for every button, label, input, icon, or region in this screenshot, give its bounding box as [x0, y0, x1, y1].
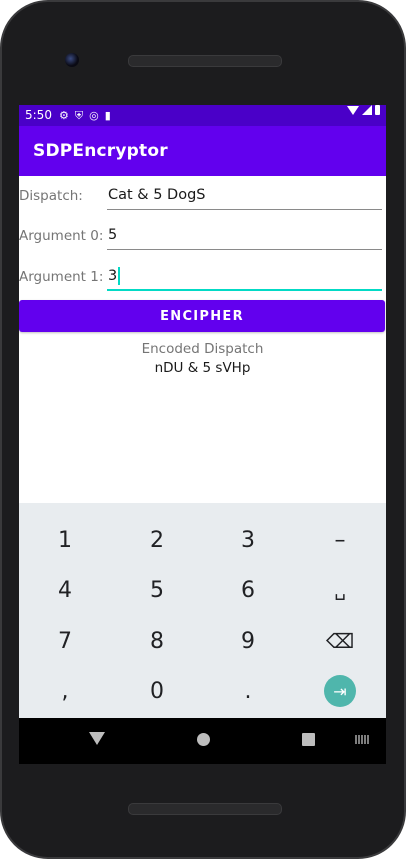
next-field-icon: ⇥	[333, 681, 347, 701]
key-9[interactable]: 9	[202, 616, 294, 666]
recents-icon[interactable]	[302, 733, 315, 746]
device-frame: 5:50 ⚙ ⛨ ◎ ▮ SDPEncryptor Dispatch: Cat …	[0, 0, 406, 859]
key-minus[interactable]: –	[294, 515, 386, 565]
argument1-input-value: 3	[108, 268, 118, 284]
encoded-dispatch-label: Encoded Dispatch	[141, 341, 264, 357]
target-icon: ◎	[89, 109, 99, 122]
dispatch-label: Dispatch:	[19, 188, 83, 204]
key-8[interactable]: 8	[111, 616, 203, 666]
shield-icon: ⛨	[74, 109, 84, 122]
dispatch-input-value: Cat & 5 DogS	[108, 187, 206, 203]
keyboard-switch-icon[interactable]	[355, 735, 370, 744]
back-icon[interactable]	[89, 732, 105, 745]
key-backspace[interactable]: ⌫	[294, 616, 386, 666]
home-icon[interactable]	[197, 733, 210, 746]
navigation-bar	[19, 718, 386, 764]
argument0-input-value: 5	[108, 227, 118, 243]
argument0-label: Argument 0:	[19, 228, 104, 244]
text-cursor	[118, 267, 120, 285]
argument1-row: Argument 1: 3	[19, 257, 386, 297]
backspace-icon: ⌫	[325, 629, 355, 653]
encoded-dispatch-value: nDU & 5 sVHp	[154, 360, 251, 376]
key-7[interactable]: 7	[19, 616, 111, 666]
key-2[interactable]: 2	[111, 515, 203, 565]
key-period[interactable]: .	[202, 666, 294, 716]
gear-icon: ⚙	[59, 109, 69, 122]
dispatch-input[interactable]: Cat & 5 DogS	[107, 180, 382, 210]
bottom-speaker	[128, 803, 282, 815]
top-speaker	[128, 55, 282, 67]
status-system-icons	[347, 105, 380, 115]
screen: 5:50 ⚙ ⛨ ◎ ▮ SDPEncryptor Dispatch: Cat …	[19, 105, 386, 764]
dispatch-row: Dispatch: Cat & 5 DogS	[19, 176, 386, 216]
argument0-row: Argument 0: 5	[19, 216, 386, 256]
key-space[interactable]: ␣	[294, 565, 386, 615]
key-6[interactable]: 6	[202, 565, 294, 615]
encipher-button[interactable]: ENCIPHER	[19, 300, 385, 332]
next-field-button: ⇥	[324, 675, 356, 707]
key-1[interactable]: 1	[19, 515, 111, 565]
key-0[interactable]: 0	[111, 666, 203, 716]
signal-icon	[362, 105, 372, 115]
front-camera	[65, 53, 79, 67]
app-bar: SDPEncryptor	[19, 126, 386, 176]
sd-card-icon: ▮	[104, 109, 111, 122]
argument0-input[interactable]: 5	[107, 220, 382, 250]
key-5[interactable]: 5	[111, 565, 203, 615]
argument1-label: Argument 1:	[19, 269, 104, 285]
key-3[interactable]: 3	[202, 515, 294, 565]
status-time: 5:50	[25, 108, 52, 122]
app-title: SDPEncryptor	[33, 141, 168, 161]
status-notification-icons: ⚙ ⛨ ◎ ▮	[59, 105, 111, 126]
space-icon: ␣	[334, 579, 346, 601]
argument1-input[interactable]: 3	[107, 261, 382, 291]
key-next[interactable]: ⇥	[294, 666, 386, 716]
wifi-icon	[347, 106, 359, 115]
battery-icon	[375, 105, 380, 115]
status-bar: 5:50 ⚙ ⛨ ◎ ▮	[19, 105, 386, 126]
key-4[interactable]: 4	[19, 565, 111, 615]
key-comma[interactable]: ,	[19, 666, 111, 716]
